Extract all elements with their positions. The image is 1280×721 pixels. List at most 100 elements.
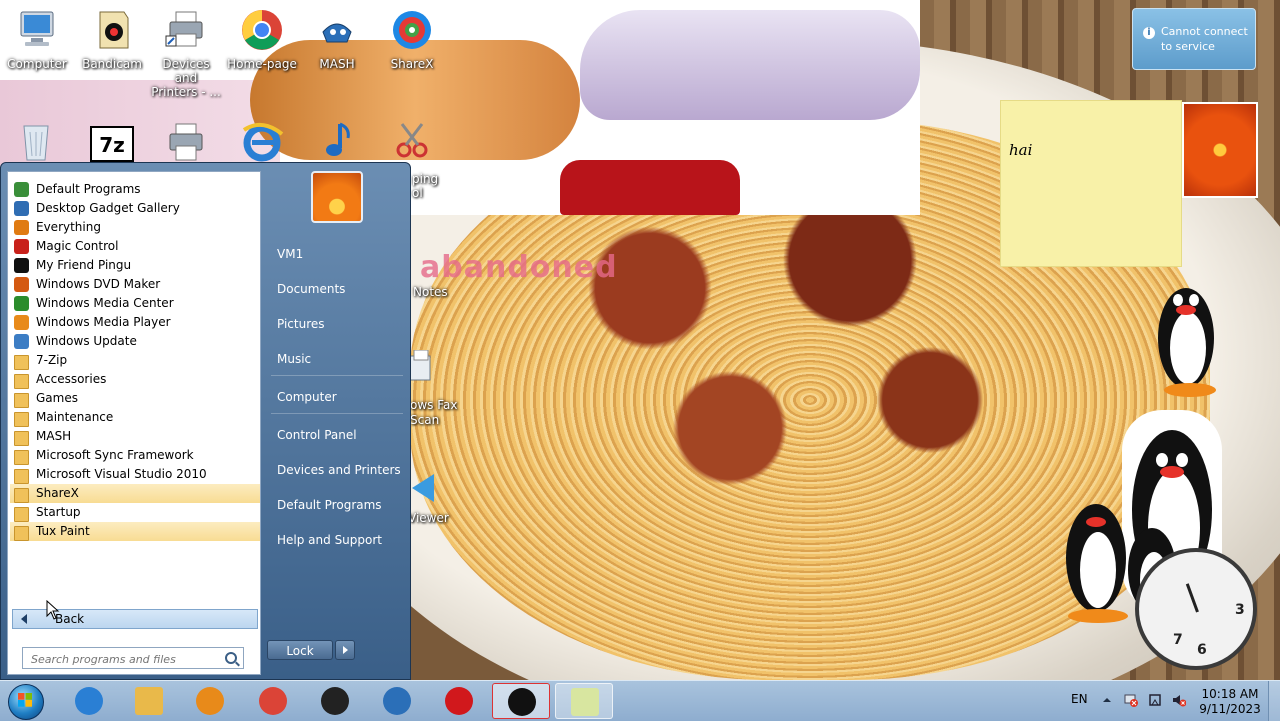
- start-button[interactable]: [6, 683, 46, 720]
- folder-icon: [14, 393, 29, 408]
- program-item[interactable]: Windows Media Center: [10, 294, 260, 313]
- taskbar-button-mash[interactable]: [368, 683, 426, 719]
- taskbar-button-media-player[interactable]: [181, 683, 239, 719]
- taskbar-button-file-explorer[interactable]: [120, 683, 178, 719]
- program-item[interactable]: Microsoft Visual Studio 2010: [10, 465, 260, 484]
- program-item[interactable]: MASH: [10, 427, 260, 446]
- network-error-icon[interactable]: [1124, 693, 1138, 707]
- folder-icon: [14, 412, 29, 427]
- program-item[interactable]: 7-Zip: [10, 351, 260, 370]
- desktop-icon-mash[interactable]: MASH: [302, 8, 372, 71]
- computer-icon: [20, 11, 54, 46]
- snipping-tool-label: ping: [412, 172, 439, 186]
- program-label: Windows Media Player: [36, 315, 171, 329]
- pingu-icon: [14, 258, 29, 273]
- program-item[interactable]: ShareX: [10, 484, 260, 503]
- folder-icon: [14, 374, 29, 389]
- language-indicator[interactable]: EN: [1071, 692, 1088, 706]
- desktop-icon-bandicam[interactable]: Bandicam: [77, 8, 147, 71]
- fax-scan-label-line2: Scan: [410, 413, 440, 427]
- taskbar-button-record[interactable]: [430, 683, 488, 719]
- program-item[interactable]: Tux Paint: [10, 522, 260, 541]
- start-link-default-programs[interactable]: Default Programs: [271, 493, 407, 517]
- program-item[interactable]: Windows Update: [10, 332, 260, 351]
- desktop-icon-sharex[interactable]: ShareX: [377, 8, 447, 71]
- notification-gadget[interactable]: i Cannot connect to service: [1132, 8, 1256, 70]
- start-link-devices-and-printers[interactable]: Devices and Printers: [271, 458, 407, 482]
- program-item[interactable]: Games: [10, 389, 260, 408]
- program-item[interactable]: My Friend Pingu: [10, 256, 260, 275]
- start-link-vm1[interactable]: VM1: [271, 242, 407, 266]
- desktop-icon-label: Bandicam: [82, 57, 142, 71]
- viewer-icon[interactable]: [410, 470, 438, 506]
- clock-number: 6: [1197, 642, 1207, 658]
- program-item[interactable]: Windows DVD Maker: [10, 275, 260, 294]
- taskbar-button-tux-paint[interactable]: [306, 683, 364, 719]
- system-clock[interactable]: 10:18 AM 9/11/2023: [1198, 687, 1262, 717]
- program-item[interactable]: Accessories: [10, 370, 260, 389]
- program-label: MASH: [36, 429, 72, 443]
- folder-icon: [14, 355, 29, 370]
- folder-icon: [14, 526, 29, 541]
- program-item[interactable]: Startup: [10, 503, 260, 522]
- start-link-computer[interactable]: Computer: [271, 385, 407, 409]
- show-desktop-button[interactable]: [1268, 681, 1280, 721]
- lock-button[interactable]: Lock: [267, 640, 333, 660]
- start-link-documents[interactable]: Documents: [271, 277, 407, 301]
- desktop-icon-devices-printers[interactable]: Devices and Printers - ...: [151, 8, 221, 99]
- clock-number: 3: [1235, 602, 1245, 618]
- desktop-icon-label: ShareX: [390, 57, 434, 71]
- search-icon[interactable]: [225, 652, 237, 664]
- program-item[interactable]: Windows Media Player: [10, 313, 260, 332]
- svg-text:7z: 7z: [99, 133, 125, 157]
- program-label: Tux Paint: [36, 524, 90, 538]
- program-label: Windows DVD Maker: [36, 277, 161, 291]
- slideshow-gadget-photo[interactable]: [1182, 102, 1258, 198]
- magic-control-icon: [14, 239, 29, 254]
- snipping-tool-icon[interactable]: [388, 120, 436, 162]
- clock-gadget[interactable]: 3 6 7: [1135, 548, 1257, 670]
- printer-icon[interactable]: [162, 122, 210, 162]
- taskbar-button-internet-explorer[interactable]: [60, 683, 118, 719]
- desktop-icon-home-page[interactable]: Home-page: [227, 8, 297, 71]
- program-item[interactable]: Magic Control: [10, 237, 260, 256]
- taskbar-button-pingu[interactable]: [492, 683, 550, 719]
- search-input[interactable]: [29, 649, 223, 669]
- start-link-pictures[interactable]: Pictures: [271, 312, 407, 336]
- desktop-icon-label: MASH: [319, 57, 355, 71]
- power-options-arrow-button[interactable]: [335, 640, 355, 660]
- wallpaper-red-shoe: [560, 160, 740, 215]
- program-item[interactable]: Microsoft Sync Framework: [10, 446, 260, 465]
- user-picture[interactable]: [311, 171, 363, 223]
- fax-scan-label: ows Fax: [410, 398, 458, 412]
- desktop-icon-computer[interactable]: Computer: [2, 8, 72, 71]
- program-label: Games: [36, 391, 78, 405]
- program-item[interactable]: Everything: [10, 218, 260, 237]
- 7zip-icon[interactable]: 7z: [90, 126, 134, 162]
- program-item[interactable]: Maintenance: [10, 408, 260, 427]
- taskbar-button-chrome[interactable]: [244, 683, 302, 719]
- volume-muted-icon[interactable]: [1172, 693, 1186, 707]
- internet-explorer-icon[interactable]: [238, 120, 286, 162]
- mash-icon: [383, 687, 411, 715]
- program-label: Microsoft Sync Framework: [36, 448, 194, 462]
- program-item[interactable]: Default Programs: [10, 180, 260, 199]
- taskbar-button-sticky-notes[interactable]: [555, 683, 613, 719]
- music-icon[interactable]: [312, 120, 360, 162]
- show-hidden-icons-icon[interactable]: [1100, 693, 1114, 707]
- snipping-tool-label-line2: ol: [412, 186, 423, 200]
- program-label: My Friend Pingu: [36, 258, 132, 272]
- start-link-control-panel[interactable]: Control Panel: [271, 423, 407, 447]
- sticky-note[interactable]: hai: [1000, 100, 1182, 267]
- record-icon: [445, 687, 473, 715]
- media-player-icon: [196, 687, 224, 715]
- action-center-icon[interactable]: [1148, 693, 1162, 707]
- start-link-music[interactable]: Music: [271, 347, 407, 371]
- program-item[interactable]: Desktop Gadget Gallery: [10, 199, 260, 218]
- fax-scan-icon[interactable]: [410, 350, 434, 390]
- program-label: 7-Zip: [36, 353, 68, 367]
- printer-icon: [165, 11, 203, 47]
- start-link-help-and-support[interactable]: Help and Support: [271, 528, 407, 552]
- search-box[interactable]: [22, 647, 244, 669]
- recycle-bin-icon[interactable]: [14, 122, 58, 162]
